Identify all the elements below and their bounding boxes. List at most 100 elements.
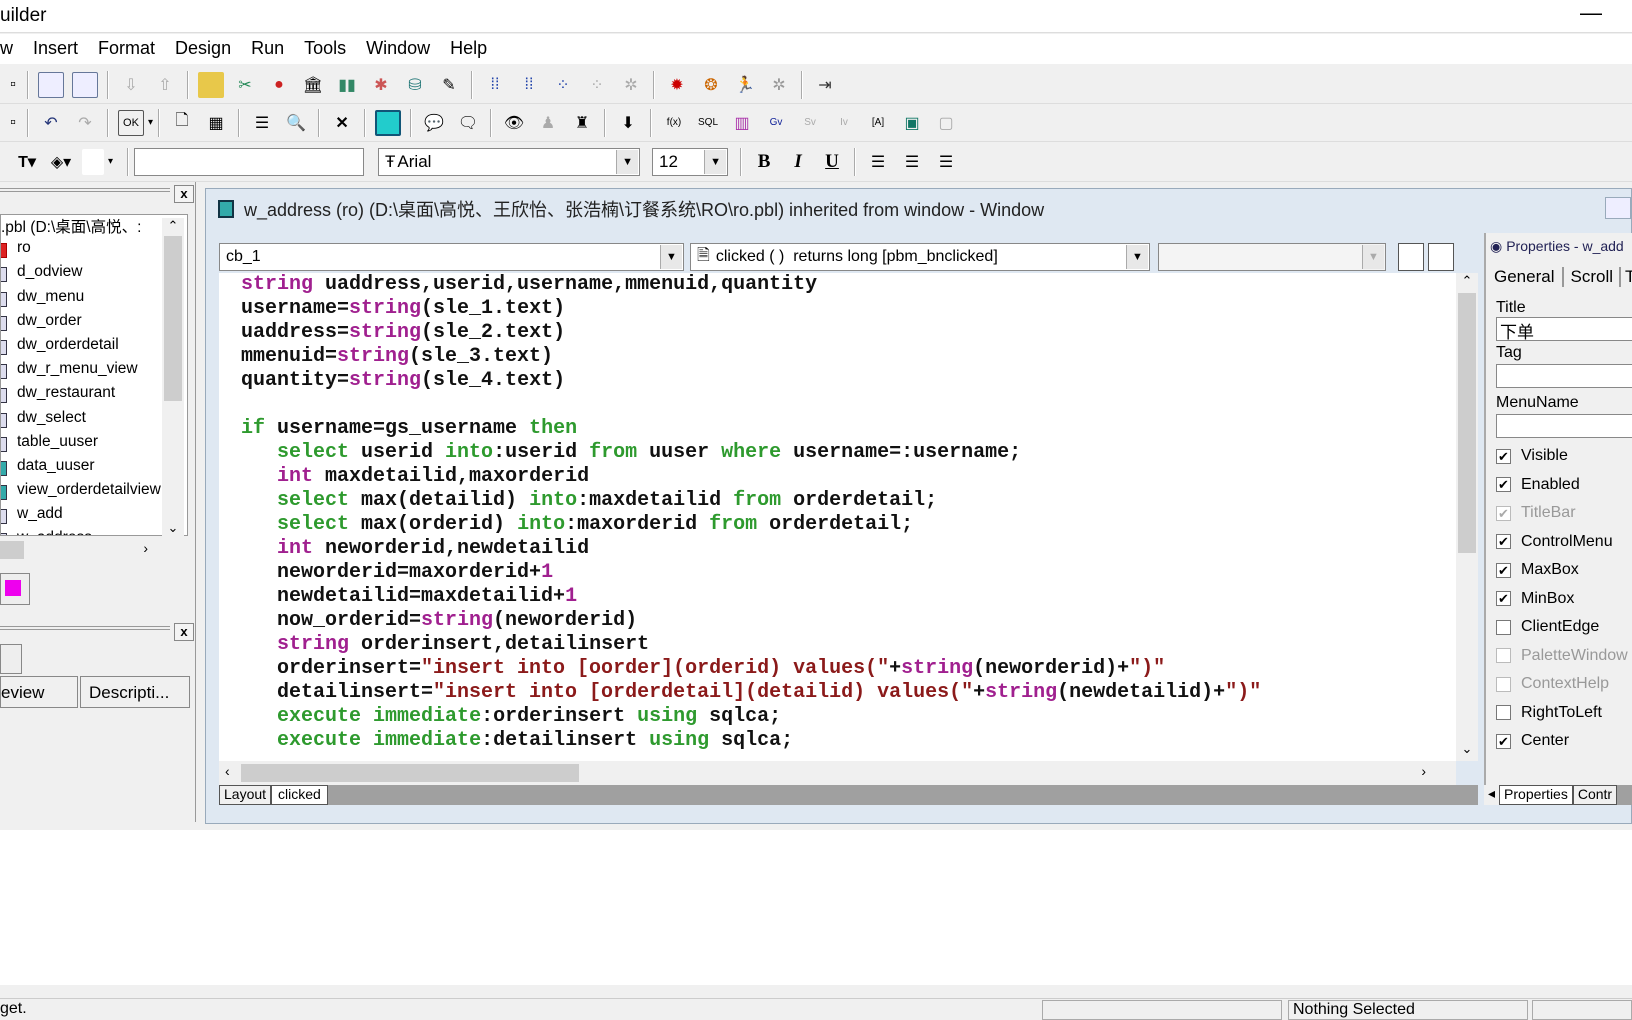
paste-statement-icon[interactable]: ▣ xyxy=(899,110,925,136)
chevron-down-icon[interactable]: ▼ xyxy=(660,245,682,269)
background-color-icon[interactable]: ◈▾ xyxy=(48,149,74,175)
objects-icon[interactable]: ✱ xyxy=(368,72,394,98)
paste-argument-icon[interactable]: [A] xyxy=(865,110,891,136)
library-item[interactable]: dw_order xyxy=(1,312,187,336)
tab-description[interactable]: Descripti... xyxy=(80,676,190,708)
tab-general[interactable]: General xyxy=(1486,267,1565,287)
align-left-icon[interactable]: ☰ xyxy=(865,149,891,175)
underline-button[interactable]: U xyxy=(819,149,845,175)
find-icon[interactable]: 👁 xyxy=(501,110,527,136)
font-size-select[interactable]: 12 ▼ xyxy=(652,147,729,176)
tab-scroll-left-icon[interactable]: ◂ xyxy=(1484,785,1500,805)
tab-preview[interactable]: eview xyxy=(0,676,78,708)
library-item[interactable]: dw_select xyxy=(1,409,187,433)
library-root[interactable]: .pbl (D:\桌面\高悦、: xyxy=(1,215,187,239)
checkbox-righttoleft[interactable]: RightToLeft xyxy=(1486,699,1632,728)
font-select[interactable]: Ŧ Arial ▼ xyxy=(378,147,641,176)
border-color-icon[interactable] xyxy=(82,148,104,175)
chevron-down-icon[interactable]: ▼ xyxy=(1362,245,1384,269)
checkbox-center[interactable]: ✔ Center xyxy=(1486,727,1632,756)
italic-button[interactable]: I xyxy=(785,149,811,175)
paste-instance2-icon[interactable]: ▢ xyxy=(933,110,959,136)
scroll-thumb[interactable] xyxy=(164,236,182,401)
paste-global-icon[interactable]: Gv xyxy=(763,110,789,136)
grid-icon-3[interactable]: ⁘ xyxy=(550,72,576,98)
paste-function-icon[interactable]: f(x) xyxy=(661,110,687,136)
import-icon[interactable]: ⇩ xyxy=(118,72,144,98)
grid-icon-2[interactable]: ⁞⁞ xyxy=(516,72,542,98)
properties-view-icon[interactable] xyxy=(72,71,98,98)
split-vertical-icon[interactable] xyxy=(1428,243,1454,271)
uncomment-icon[interactable]: 🗨 xyxy=(455,110,481,136)
select-all-icon[interactable] xyxy=(375,109,402,136)
chevron-down-icon[interactable]: ▼ xyxy=(704,149,727,174)
title-input[interactable]: 下单 xyxy=(1496,317,1632,342)
menu-view[interactable]: w xyxy=(0,34,23,64)
menu-format[interactable]: Format xyxy=(88,34,165,64)
library-item[interactable]: dw_restaurant xyxy=(1,384,187,408)
library-tab-icon[interactable] xyxy=(0,573,30,605)
object-select[interactable]: cb_1 ▼ xyxy=(219,243,684,271)
checkbox-checked-icon[interactable]: ✔ xyxy=(1496,505,1511,521)
menu-window[interactable]: Window xyxy=(356,34,440,64)
checkbox-maxbox[interactable]: ✔ MaxBox xyxy=(1486,556,1632,585)
checkbox-checked-icon[interactable]: ✔ xyxy=(1496,733,1511,749)
menu-help[interactable]: Help xyxy=(440,34,497,64)
tab-scroll[interactable]: Scroll xyxy=(1564,267,1621,287)
checkbox-clientedge[interactable]: ClientEdge xyxy=(1486,613,1632,642)
checkbox-enabled[interactable]: ✔ Enabled xyxy=(1486,471,1632,500)
export-icon[interactable]: ⇧ xyxy=(152,72,178,98)
ancestor-select[interactable]: ▼ xyxy=(1158,243,1386,271)
library-item[interactable]: dw_r_menu_view xyxy=(1,360,187,384)
exit-icon[interactable]: ⇥ xyxy=(812,72,838,98)
system-tree-icon[interactable]: 🏛 xyxy=(300,72,326,98)
library-item[interactable]: table_uuser xyxy=(1,433,187,457)
code-vertical-scrollbar[interactable]: ⌃ ⌄ xyxy=(1456,273,1478,761)
checkbox-minbox[interactable]: ✔ MinBox xyxy=(1486,585,1632,614)
checkbox-contexthelp[interactable]: ContextHelp xyxy=(1486,670,1632,699)
tag-input[interactable] xyxy=(1496,364,1632,388)
checkbox-palettewindow[interactable]: PaletteWindow xyxy=(1486,642,1632,671)
database-icon[interactable]: ⛁ xyxy=(402,72,428,98)
checkbox-checked-icon[interactable]: ✔ xyxy=(1496,591,1511,607)
tab-clicked[interactable]: clicked xyxy=(271,785,328,805)
grid-icon-1[interactable]: ⁞⁞ xyxy=(482,72,508,98)
checkbox-checked-icon[interactable]: ✔ xyxy=(1496,562,1511,578)
edit-icon[interactable] xyxy=(0,644,22,674)
library-item[interactable]: data_uuser xyxy=(1,457,187,481)
scroll-thumb[interactable] xyxy=(1458,293,1476,553)
checkbox-checked-icon[interactable]: ✔ xyxy=(1496,477,1511,493)
grid-icon-4[interactable]: ⁘ xyxy=(584,72,610,98)
checkbox-unchecked-icon[interactable] xyxy=(1496,705,1511,721)
paste-object-icon[interactable]: ▥ xyxy=(729,110,755,136)
select-run-icon[interactable]: ✲ xyxy=(766,72,792,98)
text-color-icon[interactable]: T▾ xyxy=(14,149,40,175)
menu-tools[interactable]: Tools xyxy=(294,34,356,64)
layout-view-icon[interactable] xyxy=(38,71,64,98)
chevron-down-icon[interactable]: ▼ xyxy=(616,149,639,174)
library-item[interactable]: dw_orderdetail xyxy=(1,336,187,360)
library-item[interactable]: d_odview xyxy=(1,263,187,287)
inherit-icon[interactable]: ▦ xyxy=(203,110,229,136)
paste-instance-icon[interactable]: Iv xyxy=(831,110,857,136)
compile-icon[interactable]: ⬇ xyxy=(615,110,641,136)
library-item[interactable]: ro xyxy=(1,239,187,263)
checkbox-controlmenu[interactable]: ✔ ControlMenu xyxy=(1486,528,1632,557)
library-item[interactable]: w_add xyxy=(1,505,187,529)
debug-icon[interactable]: ✹ xyxy=(664,72,690,98)
style-input[interactable] xyxy=(134,147,365,176)
checkbox-checked-icon[interactable]: ✔ xyxy=(1496,534,1511,550)
paste-shared-icon[interactable]: Sv xyxy=(797,110,823,136)
delete-icon[interactable]: ✕ xyxy=(329,110,355,136)
align-center-icon[interactable]: ☰ xyxy=(899,149,925,175)
checkbox-unchecked-icon[interactable] xyxy=(1496,676,1511,692)
run-icon[interactable]: 🏃 xyxy=(732,72,758,98)
checkbox-unchecked-icon[interactable] xyxy=(1496,648,1511,664)
event-select[interactable]: 🗎 clicked ( ) returns long [pbm_bnclicked… xyxy=(690,243,1150,271)
tab-layout[interactable]: Layout xyxy=(219,785,272,805)
undo-icon[interactable]: ↶ xyxy=(38,110,64,136)
close-lower-panel-button[interactable]: x xyxy=(174,623,194,641)
redo-icon[interactable]: ↷ xyxy=(72,110,98,136)
chevron-down-icon[interactable]: ▼ xyxy=(1126,245,1148,269)
comment-icon[interactable]: 💬 xyxy=(421,110,447,136)
